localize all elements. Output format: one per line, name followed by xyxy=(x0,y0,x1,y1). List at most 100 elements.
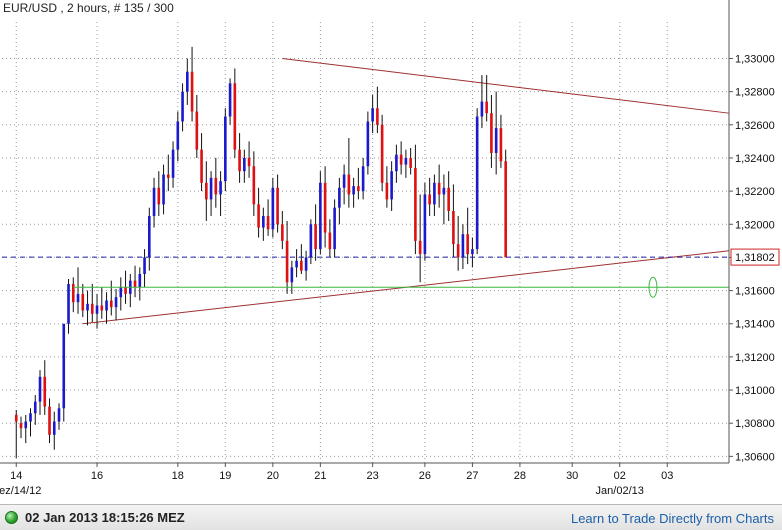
candle-body xyxy=(295,260,298,268)
y-tick-label: 1,32400 xyxy=(735,153,775,165)
y-tick-label: 1,32800 xyxy=(735,87,775,99)
candle-body xyxy=(447,187,450,211)
candle-body xyxy=(62,323,66,409)
candle-body xyxy=(285,240,289,283)
candle-body xyxy=(276,187,279,225)
candle-body xyxy=(442,187,446,195)
candle-body xyxy=(186,71,189,92)
candle-body xyxy=(371,108,374,122)
candle-body xyxy=(414,167,417,241)
candle-body xyxy=(314,224,317,250)
chart-timestamp: 02 Jan 2013 18:15:26 MEZ xyxy=(25,510,185,525)
candle-body xyxy=(266,215,270,230)
candle-body xyxy=(138,274,142,288)
candle-body xyxy=(399,154,403,165)
candle-body xyxy=(380,124,384,183)
y-tick-label: 1,31400 xyxy=(735,319,775,331)
candle-body xyxy=(219,181,222,195)
x-date-label: Dez/14/12 xyxy=(0,485,41,497)
candle-body xyxy=(176,121,180,150)
candle-body xyxy=(33,401,37,414)
candle-body xyxy=(281,224,284,241)
candle-body xyxy=(423,194,427,255)
candle-body xyxy=(114,297,118,308)
x-tick-label: 03 xyxy=(661,470,673,482)
candle-body xyxy=(190,71,194,112)
candle-body xyxy=(490,113,493,153)
candle-body xyxy=(95,305,99,314)
y-tick-label: 1,31600 xyxy=(735,286,775,298)
candle-body xyxy=(86,303,89,311)
candle-body xyxy=(319,182,322,250)
candle-body xyxy=(452,211,455,245)
candle-body xyxy=(57,408,61,422)
candle-body xyxy=(385,182,389,200)
candle-body xyxy=(147,215,151,258)
candle-body xyxy=(224,116,227,182)
y-tick-label: 1,32000 xyxy=(735,219,775,231)
candle-body xyxy=(361,166,365,192)
candle-body xyxy=(252,166,256,205)
y-tick-label: 1,31000 xyxy=(735,385,775,397)
x-tick-label: 26 xyxy=(419,470,431,482)
candle-body xyxy=(171,149,175,178)
candle-body xyxy=(52,421,56,435)
candle-body xyxy=(262,215,265,228)
candle-body xyxy=(19,423,23,429)
candle-body xyxy=(433,182,436,205)
candle-body xyxy=(81,293,85,311)
candle-body xyxy=(347,174,351,195)
candle-body xyxy=(352,186,355,195)
candle-body xyxy=(395,154,398,172)
candle-body xyxy=(76,293,80,303)
candle-body xyxy=(167,174,170,178)
candle-body xyxy=(143,257,146,274)
candle-body xyxy=(243,157,246,172)
candle-body xyxy=(456,244,460,258)
candle-body xyxy=(109,300,113,308)
x-tick-label: 14 xyxy=(10,470,22,482)
candle-body xyxy=(494,128,498,153)
chart-title: EUR/USD , 2 hours, # 135 / 300 xyxy=(3,1,174,15)
candle-body xyxy=(404,157,408,165)
candle-body xyxy=(14,414,18,422)
y-tick-label: 1,30600 xyxy=(735,451,775,463)
candle-body xyxy=(119,287,123,298)
candle-body xyxy=(466,234,469,255)
candle-body xyxy=(48,406,51,435)
candle-body xyxy=(105,300,108,311)
candle-body xyxy=(100,305,104,311)
y-tick-label: 1,32600 xyxy=(735,120,775,132)
x-tick-label: 21 xyxy=(314,470,326,482)
candle-body xyxy=(300,260,303,271)
x-tick-label: 19 xyxy=(219,470,231,482)
chart: EUR/USD , 2 hours, # 135 / 300 1,33000 1,… xyxy=(0,0,780,497)
candle-body xyxy=(471,249,474,255)
candle-body xyxy=(152,187,156,216)
candle-body xyxy=(418,240,422,255)
candle-body xyxy=(238,149,241,172)
candle-body xyxy=(290,267,294,283)
candle-body xyxy=(328,232,332,250)
candle-body xyxy=(338,187,341,208)
candle-body xyxy=(257,204,260,228)
trade-from-charts-link[interactable]: Learn to Trade Directly from Charts xyxy=(571,511,774,526)
connection-status-icon xyxy=(5,511,18,524)
y-tick-label: 1,30800 xyxy=(735,418,775,430)
candle-body xyxy=(90,303,94,314)
candle-body xyxy=(504,161,507,258)
candle-body xyxy=(376,108,379,125)
status-bar: 02 Jan 2013 18:15:26 MEZ Learn to Trade … xyxy=(0,504,782,530)
candle-body xyxy=(181,91,184,122)
candle-body xyxy=(67,283,70,324)
candle-body xyxy=(480,101,484,117)
candle-body xyxy=(409,157,412,168)
x-tick-label: 30 xyxy=(566,470,578,482)
candle-body xyxy=(357,186,360,192)
candle-body xyxy=(461,234,465,258)
candle-body xyxy=(24,421,28,429)
candle-body xyxy=(304,257,308,271)
candle-body xyxy=(247,157,251,167)
candle-body xyxy=(38,376,42,402)
candle-body xyxy=(209,177,213,200)
